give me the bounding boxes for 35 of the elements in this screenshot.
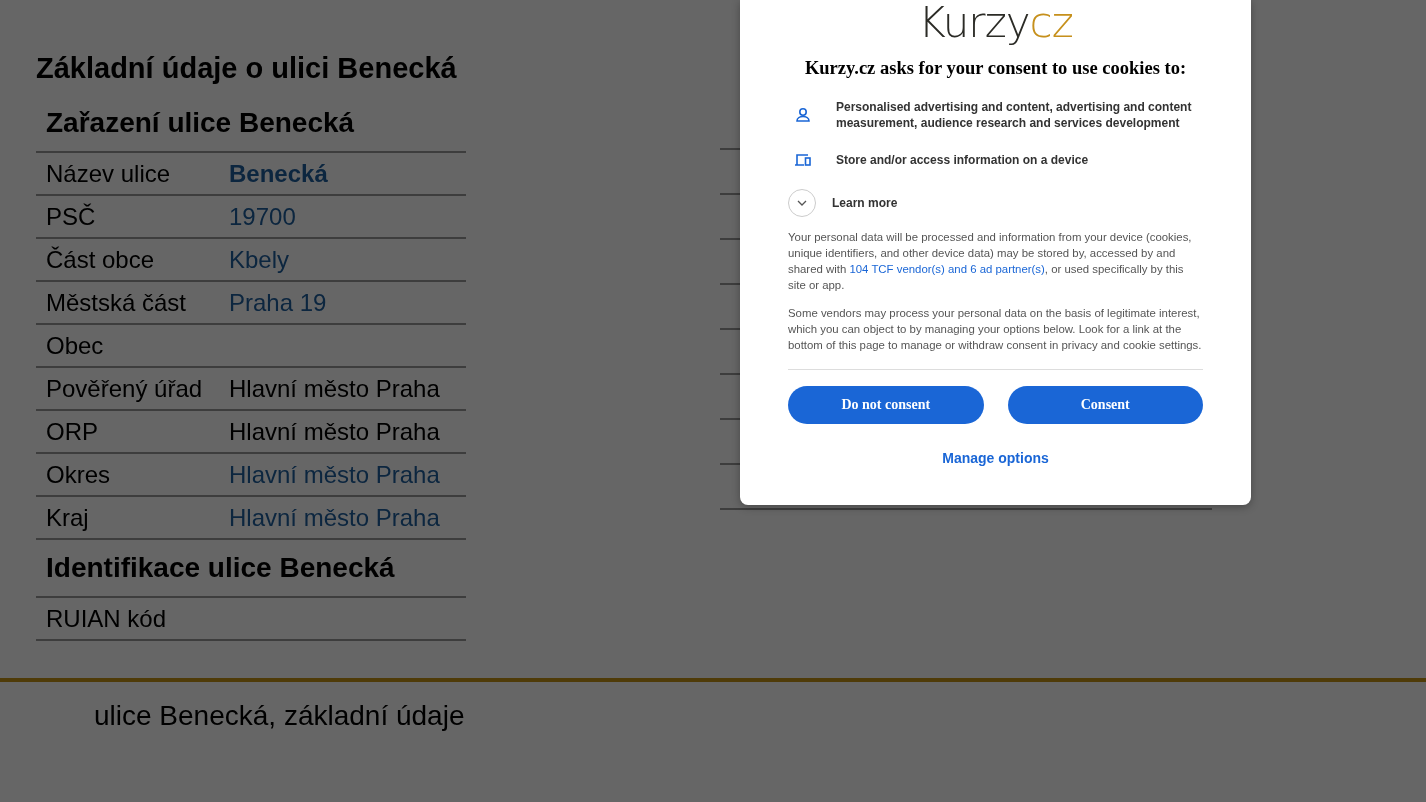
value-link[interactable]: 19700	[229, 202, 296, 231]
row-label: Obec	[45, 331, 105, 360]
logo-accent: cz	[1029, 2, 1073, 46]
row-value: Hlavní město Praha	[229, 417, 440, 446]
purpose-text: Store and/or access information on a device	[836, 152, 1089, 168]
vendors-link[interactable]: 104 TCF vendor(s) and 6 ad partner(s)	[849, 263, 1045, 275]
dialog-title: Kurzy.cz asks for your consent to use cookies to:	[803, 58, 1188, 79]
logo-wordmark: Kurzy	[918, 2, 1030, 46]
row-label: Okres	[45, 460, 111, 489]
row-label: Městská část	[45, 288, 188, 317]
footer-text: ulice Benecká, základní údaje	[94, 700, 465, 731]
chevron-icon	[797, 200, 807, 206]
reject-button[interactable]: Do not consent	[788, 386, 984, 424]
value-link[interactable]: Hlavní město Praha	[229, 503, 440, 532]
row-label: Část obce	[45, 245, 156, 274]
purpose-text: Personalised advertising and content, advertising and content measurement, audience research and services development	[836, 99, 1193, 131]
learn-more-link[interactable]: Learn more	[832, 196, 898, 210]
section-title: Identifikace ulice Benecká	[36, 540, 466, 598]
value-link[interactable]: Hlavní město Praha	[229, 460, 440, 489]
row-label: RUIAN kód	[45, 604, 168, 633]
row-label: ORP	[45, 417, 99, 446]
page-heading: Základní údaje o ulici Benecká	[36, 52, 458, 85]
value-link[interactable]: Praha 19	[229, 288, 327, 317]
row-label: PSČ	[45, 202, 97, 231]
consent-paragraph: Your personal data will be processed and information from your device (cookies, unique identifiers, and other device data) may be stored by, accessed by and shared with 104 TCF vendor(s) and 6 ad partner(s), or used specifically by this site or app.	[788, 230, 1193, 293]
consent-paragraph: Some vendors may process your personal data on the basis of legitimate interest, which you can object to by managing your options below. Look for a link at the bottom of this page to manage or withdraw consent in privacy and cookie settings.	[788, 306, 1203, 353]
row-label: Kraj	[45, 503, 90, 532]
section-title: Zařazení ulice Benecká	[36, 95, 466, 153]
value-link[interactable]: Benecká	[229, 159, 328, 188]
value-link[interactable]: Kbely	[229, 245, 290, 274]
accept-button[interactable]: Consent	[1007, 386, 1203, 424]
manage-options-link[interactable]: Manage options	[942, 450, 1049, 466]
row-label: Pověřený úřad	[45, 374, 204, 403]
row-label: Název ulice	[45, 159, 172, 188]
row-value: Hlavní město Praha	[229, 374, 440, 403]
